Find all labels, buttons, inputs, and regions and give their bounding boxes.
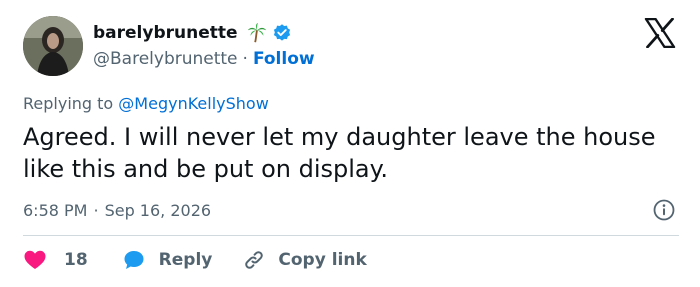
replying-to-line: Replying to @MegynKellyShow — [23, 94, 269, 116]
divider — [23, 235, 679, 236]
author-display-name[interactable]: barelybrunette — [93, 23, 238, 43]
author-handle-row: @Barelybrunette · Follow — [93, 48, 315, 70]
copy-link-label: Copy link — [278, 250, 367, 270]
author-name-row: barelybrunette — [93, 21, 292, 45]
reply-label: Reply — [158, 250, 213, 270]
replying-prefix: Replying to — [23, 94, 114, 113]
copy-link-button[interactable]: Copy link — [242, 248, 367, 272]
reply-button[interactable]: Reply — [122, 248, 213, 272]
palm-tree-icon — [247, 22, 266, 43]
heart-icon — [24, 250, 46, 269]
author-handle[interactable]: @Barelybrunette — [93, 49, 238, 69]
reply-bubble-icon — [124, 251, 144, 269]
x-logo-icon[interactable] — [644, 18, 676, 48]
tweet-text: Agreed. I will never let my daughter lea… — [23, 123, 656, 183]
verified-badge-icon — [273, 24, 290, 41]
action-bar: 18 Reply Copy link — [23, 247, 367, 273]
handle-separator: · — [242, 49, 248, 69]
tweet-time: 6:58 PM — [23, 200, 88, 220]
tweet-date: Sep 16, 2026 — [104, 200, 212, 220]
link-icon — [245, 251, 264, 269]
follow-button[interactable]: Follow — [253, 49, 315, 69]
tweet-timestamp[interactable]: 6:58 PM · Sep 16, 2026 — [23, 199, 211, 221]
like-button[interactable]: 18 — [23, 248, 88, 272]
avatar[interactable] — [23, 16, 83, 76]
info-icon[interactable] — [652, 198, 676, 222]
meta-separator: · — [93, 200, 99, 220]
replying-to-mention[interactable]: @MegynKellyShow — [118, 94, 268, 113]
like-count: 18 — [64, 250, 88, 270]
